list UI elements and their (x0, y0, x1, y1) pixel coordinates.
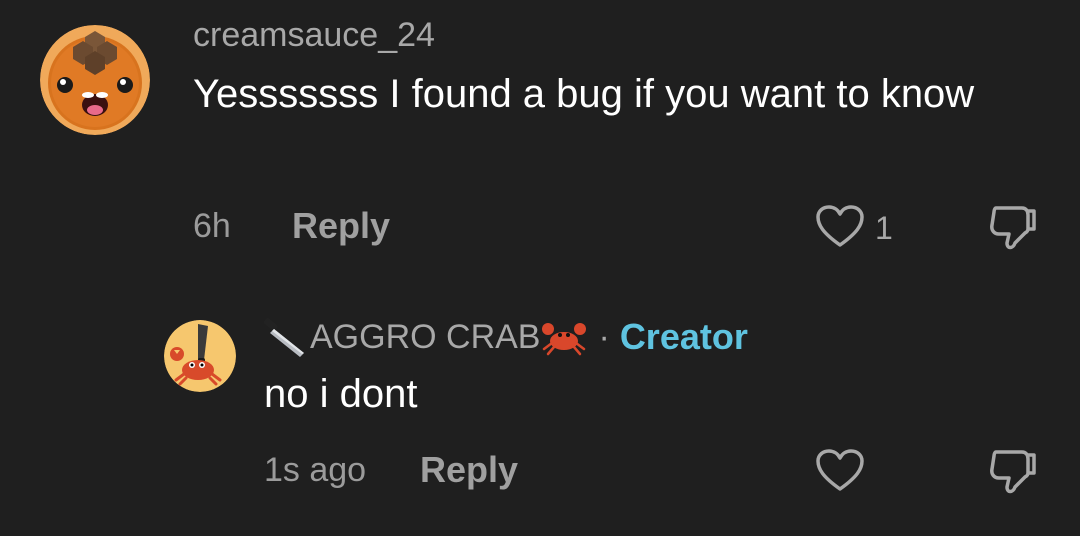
commenter-avatar[interactable] (40, 25, 150, 135)
heart-icon (816, 449, 864, 491)
comment-like-button[interactable] (815, 205, 865, 249)
reply-avatar[interactable] (164, 320, 236, 392)
reply-reply-button[interactable]: Reply (420, 449, 518, 491)
comment-reply-button[interactable]: Reply (292, 205, 390, 247)
reply-timestamp: 1s ago (264, 451, 367, 489)
reply-like-button[interactable] (815, 449, 865, 493)
cat-face-avatar-icon (40, 25, 150, 135)
reply-dislike-button[interactable] (988, 447, 1040, 497)
thumbs-down-icon (990, 206, 1036, 250)
commenter-username[interactable]: creamsauce_24 (193, 16, 435, 55)
reply-username-row: AGGRO CRAB · Creator (262, 312, 748, 362)
knife-emoji-icon (263, 318, 304, 357)
reply-text: no i dont (264, 372, 418, 416)
crab-with-knife-avatar-icon (164, 320, 236, 392)
comment-dislike-button[interactable] (988, 203, 1040, 253)
comment-timestamp: 6h (193, 207, 231, 245)
creator-badge: Creator (619, 316, 748, 357)
heart-icon (816, 205, 864, 247)
thumbs-down-icon (990, 450, 1036, 494)
reply-username[interactable]: AGGRO CRAB (310, 318, 540, 357)
separator-dot: · (598, 317, 610, 356)
comment-like-count: 1 (875, 210, 893, 246)
comment-text: Yesssssss I found a bug if you want to k… (193, 72, 975, 116)
crab-emoji-icon (542, 323, 587, 356)
